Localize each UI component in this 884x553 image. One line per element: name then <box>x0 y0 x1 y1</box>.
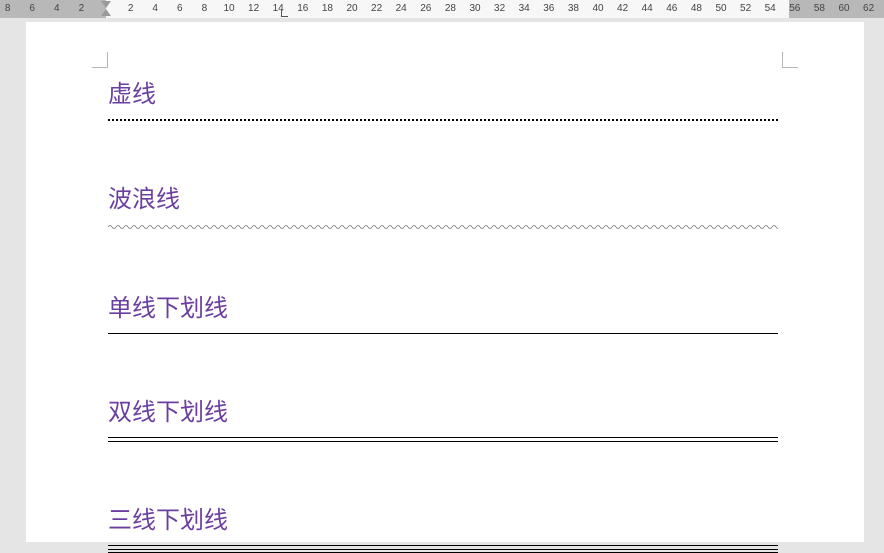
line-block: 虚线 <box>108 74 778 121</box>
line-label: 三线下划线 <box>108 500 778 535</box>
underline-wave <box>108 224 778 230</box>
ruler-number: 48 <box>691 3 702 14</box>
ruler-number: 60 <box>838 3 849 14</box>
line-block: 波浪线 <box>108 179 778 230</box>
ruler-number: 8 <box>202 3 208 14</box>
ruler-number: 58 <box>814 3 825 14</box>
ruler-number: 2 <box>79 3 85 14</box>
hanging-indent-marker[interactable] <box>101 9 111 16</box>
ruler-number: 28 <box>445 3 456 14</box>
underline-single <box>108 333 778 334</box>
ruler-number: 6 <box>177 3 183 14</box>
line-block: 单线下划线 <box>108 288 778 334</box>
line-label: 波浪线 <box>108 179 778 214</box>
margin-corner-top-left <box>92 52 108 68</box>
tab-stop-marker[interactable] <box>281 10 288 17</box>
ruler-number: 56 <box>789 3 800 14</box>
line-block: 三线下划线 <box>108 500 778 553</box>
line-label: 单线下划线 <box>108 288 778 323</box>
ruler-number: 20 <box>346 3 357 14</box>
ruler-number: 22 <box>371 3 382 14</box>
ruler-number: 38 <box>568 3 579 14</box>
ruler-number: 8 <box>5 3 11 14</box>
page-content: 虚线 波浪线 单线下划线 双线下划线 三线下划线 <box>108 74 778 553</box>
document-page: 虚线 波浪线 单线下划线 双线下划线 三线下划线 <box>26 22 864 542</box>
ruler-number: 4 <box>54 3 60 14</box>
ruler-number: 24 <box>396 3 407 14</box>
ruler-number: 30 <box>469 3 480 14</box>
ruler-number: 18 <box>322 3 333 14</box>
line-block: 双线下划线 <box>108 392 778 442</box>
ruler-number: 2 <box>128 3 134 14</box>
ruler-number: 50 <box>715 3 726 14</box>
margin-corner-top-right <box>782 52 798 68</box>
ruler-number: 12 <box>248 3 259 14</box>
ruler-number: 44 <box>642 3 653 14</box>
ruler-number: 62 <box>863 3 874 14</box>
underline-dotted <box>108 119 778 121</box>
horizontal-ruler[interactable]: 8642246810121416182022242628303234363840… <box>0 0 884 18</box>
line-label: 双线下划线 <box>108 392 778 427</box>
ruler-number: 16 <box>297 3 308 14</box>
line-label: 虚线 <box>108 74 778 109</box>
ruler-number: 6 <box>29 3 35 14</box>
ruler-number: 36 <box>543 3 554 14</box>
ruler-number: 46 <box>666 3 677 14</box>
ruler-number: 10 <box>223 3 234 14</box>
ruler-number: 32 <box>494 3 505 14</box>
ruler-number: 54 <box>765 3 776 14</box>
ruler-number: 40 <box>592 3 603 14</box>
ruler-number: 4 <box>152 3 158 14</box>
underline-double <box>108 437 778 442</box>
underline-triple <box>108 545 778 553</box>
ruler-number: 26 <box>420 3 431 14</box>
ruler-number: 52 <box>740 3 751 14</box>
first-line-indent-marker[interactable] <box>101 1 111 8</box>
ruler-number: 42 <box>617 3 628 14</box>
ruler-number: 34 <box>519 3 530 14</box>
ruler-left-margin <box>0 0 106 18</box>
